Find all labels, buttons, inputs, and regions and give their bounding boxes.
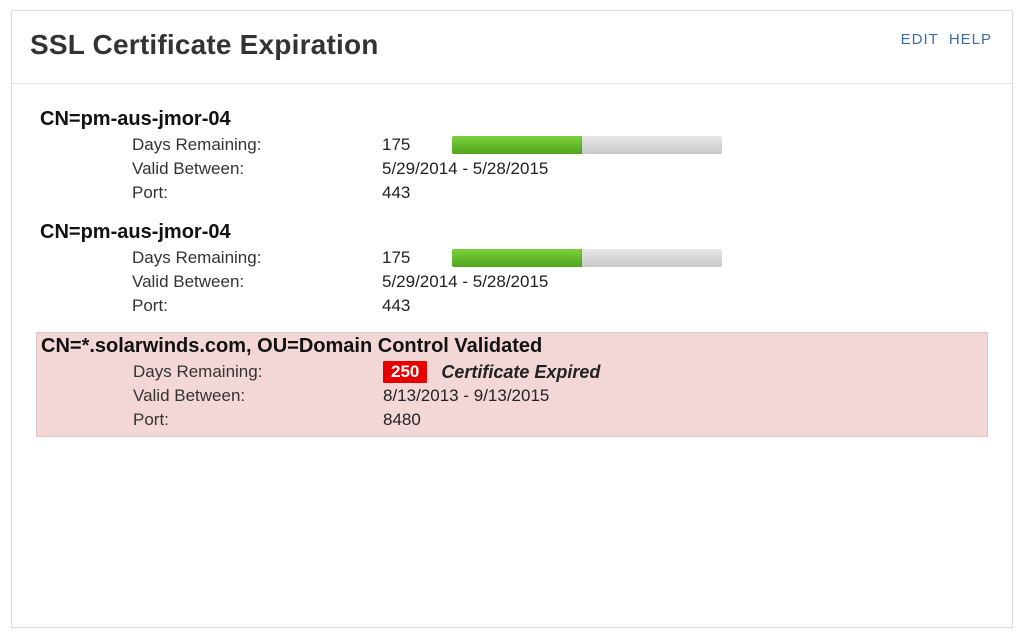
value-port: 443 [382, 183, 410, 203]
certificate-block-expired: CN=*.solarwinds.com, OU=Domain Control V… [36, 332, 988, 437]
days-number: 175 [382, 135, 448, 155]
expired-text: Certificate Expired [441, 362, 600, 383]
ssl-expiration-panel: SSL Certificate Expiration EDIT HELP CN=… [11, 10, 1013, 628]
row-days-remaining: Days Remaining: 175 [40, 246, 984, 270]
row-days-remaining: Days Remaining: 175 [40, 133, 984, 157]
label-days-remaining: Days Remaining: [133, 362, 383, 382]
label-port: Port: [132, 183, 382, 203]
edit-link[interactable]: EDIT [901, 31, 939, 48]
row-port: Port: 443 [40, 181, 984, 205]
value-days-remaining: 250 Certificate Expired [383, 361, 600, 383]
progress-bar [452, 249, 722, 267]
value-port: 8480 [383, 410, 421, 430]
progress-bar [452, 136, 722, 154]
value-valid-between: 5/29/2014 - 5/28/2015 [382, 159, 548, 179]
row-valid-between: Valid Between: 5/29/2014 - 5/28/2015 [40, 270, 984, 294]
panel-header: SSL Certificate Expiration EDIT HELP [12, 11, 1012, 84]
value-valid-between: 8/13/2013 - 9/13/2015 [383, 386, 549, 406]
label-port: Port: [132, 296, 382, 316]
value-port: 443 [382, 296, 410, 316]
row-valid-between: Valid Between: 5/29/2014 - 5/28/2015 [40, 157, 984, 181]
certificate-name: CN=pm-aus-jmor-04 [40, 221, 984, 244]
row-port: Port: 8480 [41, 408, 983, 432]
row-days-remaining: Days Remaining: 250 Certificate Expired [41, 360, 983, 384]
value-days-remaining: 175 [382, 248, 722, 268]
row-port: Port: 443 [40, 294, 984, 318]
progress-fill [452, 136, 582, 154]
progress-fill [452, 249, 582, 267]
expired-badge: 250 [383, 361, 427, 383]
certificate-block: CN=pm-aus-jmor-04 Days Remaining: 175 Va… [36, 219, 988, 322]
label-days-remaining: Days Remaining: [132, 135, 382, 155]
label-valid-between: Valid Between: [132, 159, 382, 179]
value-days-remaining: 175 [382, 135, 722, 155]
days-number: 175 [382, 248, 448, 268]
certificate-block: CN=pm-aus-jmor-04 Days Remaining: 175 Va… [36, 106, 988, 209]
panel-content: CN=pm-aus-jmor-04 Days Remaining: 175 Va… [12, 84, 1012, 437]
label-days-remaining: Days Remaining: [132, 248, 382, 268]
row-valid-between: Valid Between: 8/13/2013 - 9/13/2015 [41, 384, 983, 408]
certificate-name: CN=pm-aus-jmor-04 [40, 108, 984, 131]
value-valid-between: 5/29/2014 - 5/28/2015 [382, 272, 548, 292]
label-valid-between: Valid Between: [132, 272, 382, 292]
help-link[interactable]: HELP [949, 31, 992, 48]
panel-actions: EDIT HELP [901, 29, 992, 48]
label-valid-between: Valid Between: [133, 386, 383, 406]
label-port: Port: [133, 410, 383, 430]
certificate-name: CN=*.solarwinds.com, OU=Domain Control V… [41, 335, 983, 358]
page-title: SSL Certificate Expiration [30, 29, 379, 61]
